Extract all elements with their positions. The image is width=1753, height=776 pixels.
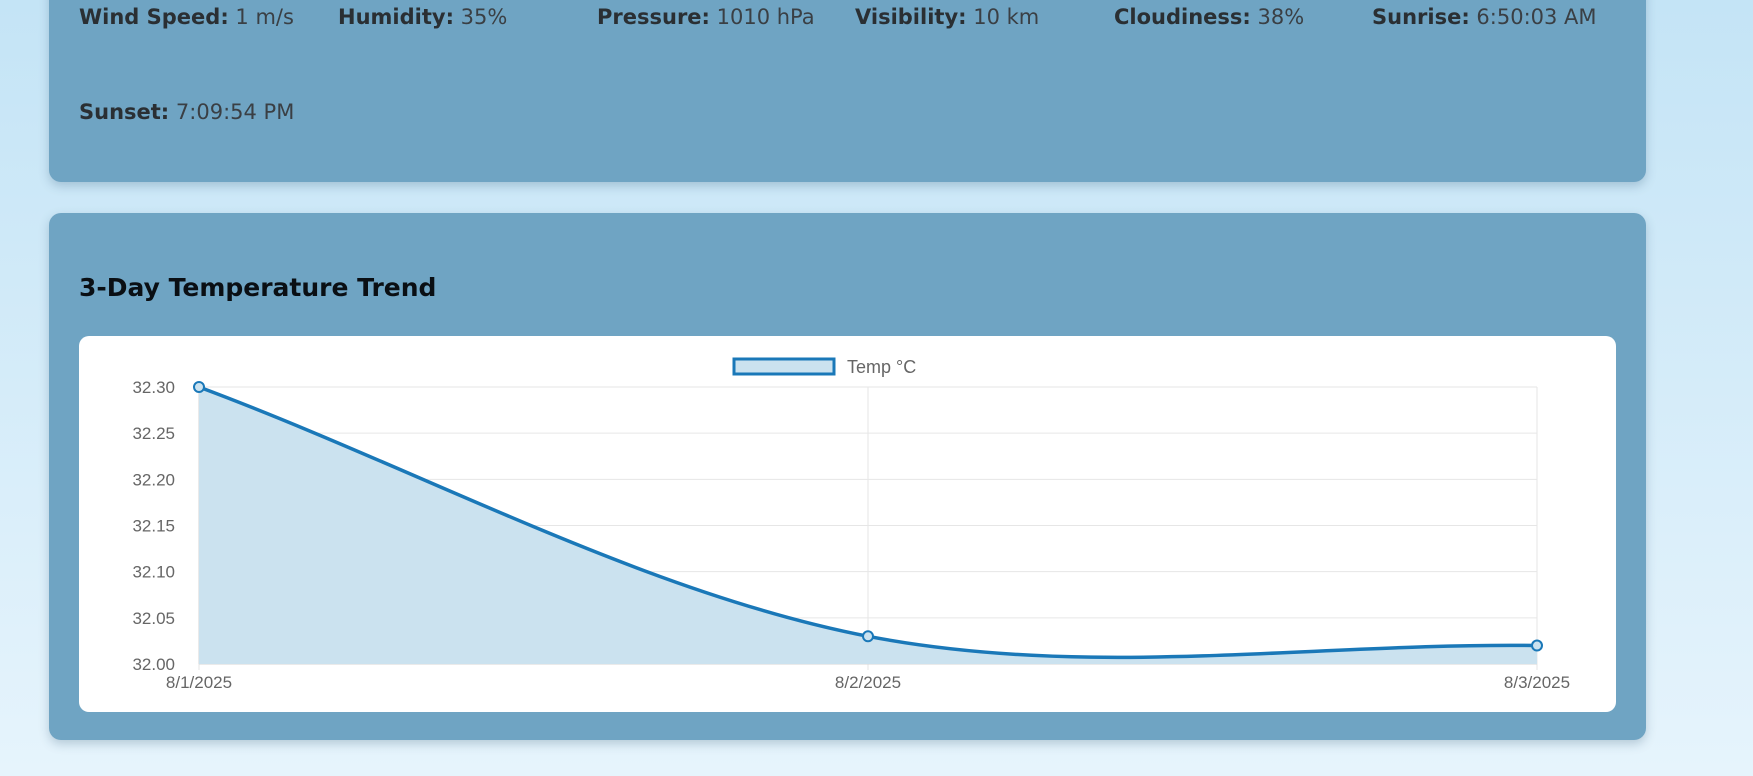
detail-value: 38% [1257, 5, 1305, 29]
y-tick-label: 32.15 [132, 517, 175, 536]
y-tick-label: 32.30 [132, 378, 175, 397]
detail-value: 35% [460, 5, 508, 29]
data-point [862, 630, 874, 643]
y-tick-label: 32.05 [132, 609, 175, 628]
temperature-chart: 32.30 32.25 32.20 32.15 32.10 32.05 32.008/1/2… [132, 357, 1570, 692]
detail-value: 6:50:03 AM [1476, 5, 1597, 29]
detail-sunset: Sunset: 7:09:54 PM [79, 100, 294, 124]
x-tick-label: 8/1/2025 [166, 673, 232, 692]
data-point [1531, 639, 1543, 652]
detail-label: Sunrise: [1372, 5, 1470, 29]
y-tick-label: 32.25 [132, 424, 175, 443]
legend-label: Temp °C [847, 357, 916, 377]
detail-value: 1 m/s [235, 5, 294, 29]
x-tick-label: 8/2/2025 [835, 673, 901, 692]
detail-humidity: Humidity: 35% [338, 5, 507, 29]
x-tick-label: 8/3/2025 [1504, 673, 1570, 692]
detail-label: Pressure: [597, 5, 710, 29]
legend-swatch [732, 357, 836, 376]
detail-pressure: Pressure: 1010 hPa [597, 5, 815, 29]
detail-visibility: Visibility: 10 km [855, 5, 1039, 29]
detail-label: Wind Speed: [79, 5, 229, 29]
temperature-trend-card: 3-Day Temperature Trend 32.30 32.25 32.20 3… [49, 213, 1646, 740]
detail-sunrise: Sunrise: 6:50:03 AM [1372, 5, 1597, 29]
y-tick-label: 32.10 [132, 563, 175, 582]
data-point [193, 381, 205, 393]
y-tick-label: 32.20 [132, 470, 175, 489]
detail-value: 7:09:54 PM [175, 100, 295, 124]
weather-details-card: Wind Speed: 1 m/s Humidity: 35% Pressure… [49, 0, 1646, 182]
detail-label: Visibility: [855, 5, 967, 29]
detail-label: Sunset: [79, 100, 170, 124]
chart-title: 3-Day Temperature Trend [79, 273, 437, 302]
detail-wind-speed: Wind Speed: 1 m/s [79, 5, 294, 29]
detail-cloudiness: Cloudiness: 38% [1114, 5, 1304, 29]
y-tick-label: 32.00 [132, 655, 175, 674]
detail-value: 10 km [973, 5, 1040, 29]
detail-label: Cloudiness: [1114, 5, 1251, 29]
chart-container: 32.30 32.25 32.20 32.15 32.10 32.05 32.00 8/1/2… [79, 336, 1616, 712]
detail-label: Humidity: [338, 5, 454, 29]
detail-value: 1010 hPa [716, 5, 815, 29]
